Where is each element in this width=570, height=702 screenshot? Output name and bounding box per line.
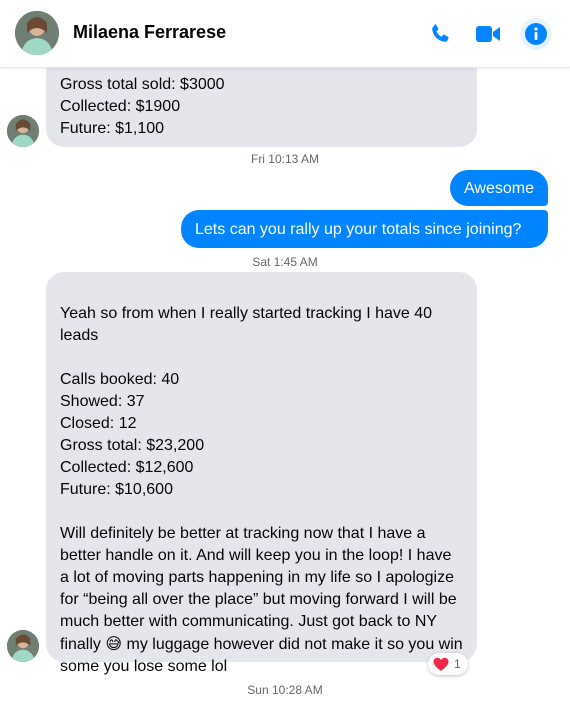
contact-avatar[interactable]: [15, 11, 59, 55]
grinning-sweat-emoji: 😅: [105, 634, 123, 653]
video-camera-icon: [476, 26, 500, 42]
outgoing-message[interactable]: Lets can you rally up your totals since …: [181, 210, 548, 248]
conversation-header: Milaena Ferrarese: [0, 0, 570, 68]
reaction-count: 1: [454, 657, 461, 671]
info-icon: [525, 23, 547, 45]
phone-icon: [432, 24, 449, 42]
outgoing-message[interactable]: Awesome: [450, 170, 548, 206]
message-timestamp: Sat 1:45 AM: [252, 255, 318, 269]
message-timestamp: Fri 10:13 AM: [250, 152, 320, 166]
incoming-message[interactable]: Yeah so from when I really started track…: [46, 272, 477, 675]
video-call-button[interactable]: [472, 18, 504, 50]
heart-icon: [433, 657, 449, 671]
message-text: Yeah so from when I really started track…: [60, 305, 457, 653]
phone-call-button[interactable]: [424, 18, 456, 50]
message-timestamp: Sun 10:28 AM: [247, 683, 323, 697]
contact-avatar-small[interactable]: [7, 115, 39, 147]
contact-avatar-small[interactable]: [7, 630, 39, 662]
message-reaction[interactable]: 1: [428, 653, 468, 675]
contact-name[interactable]: Milaena Ferrarese: [73, 22, 226, 43]
conversation-info-button[interactable]: [520, 18, 552, 50]
